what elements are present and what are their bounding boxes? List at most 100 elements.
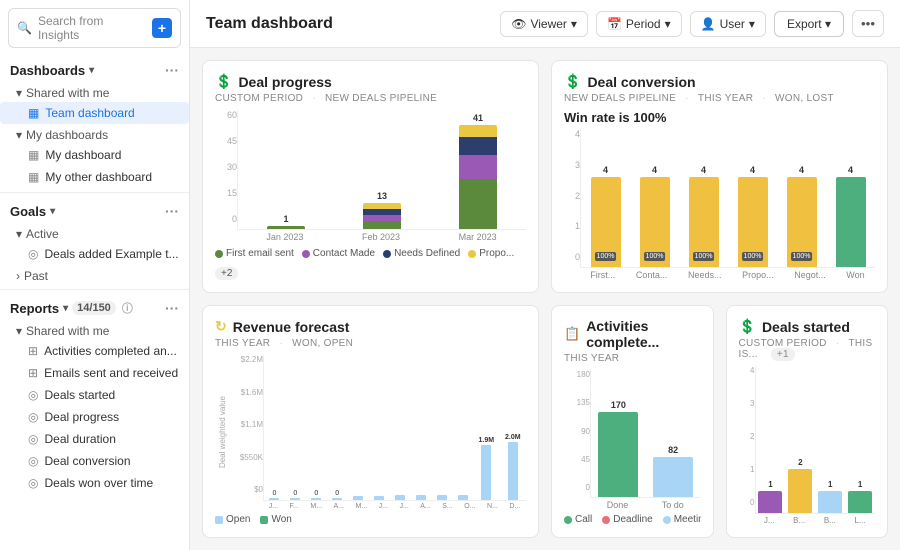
act-y-90: 90 [581,427,590,436]
period-chevron: ▾ [665,17,671,31]
chevron-reports-shared: ▾ [16,324,22,338]
revenue-forecast-card: ↻ Revenue forecast THIS YEAR · WON, OPEN… [202,305,539,538]
rev-x-a1: A... [334,503,345,510]
topbar-controls: 👁 Viewer ▾ 📅 Period ▾ 👤 User ▾ Export ▾ … [500,10,884,37]
deals-started-label: Deals started [44,388,115,402]
reports-header[interactable]: Reports ▾ 14/150 ⓘ ··· [0,294,189,320]
sidebar-item-deals-won[interactable]: ◎ Deals won over time [0,472,189,494]
activities-subtitle: THIS YEAR [564,353,701,364]
dashboards-label: Dashboards [10,63,85,78]
sidebar-item-my-dashboard[interactable]: ▦ My dashboard [0,144,189,166]
rev-y-0: $0 [254,485,263,494]
x-negot: Negot... [794,270,826,280]
export-button[interactable]: Export ▾ [774,11,844,37]
legend-more-button[interactable]: +2 [215,267,238,280]
shared-with-me-label: Shared with me [26,86,109,100]
rev-x-j2: J... [379,503,388,510]
deal-progress-card: 💲 Deal progress CUSTOM PERIOD · NEW DEAL… [202,60,539,293]
deals-started-title: 💲 Deals started [739,318,876,335]
ds-bar-j: 1 [758,480,782,513]
x-feb: Feb 2023 [362,232,400,242]
reports-dots[interactable]: ··· [165,300,179,316]
sidebar-item-deals-started[interactable]: ◎ Deals started [0,384,189,406]
act-y-45: 45 [581,455,590,464]
search-bar[interactable]: 🔍 Search from Insights + [8,8,181,48]
legend-dot-open [215,516,223,524]
x-propo: Propo... [742,270,774,280]
dashboards-header[interactable]: Dashboards ▾ ··· [0,56,189,82]
table-icon2: ▦ [28,148,39,162]
chevron-my: ▾ [16,128,22,142]
past-group[interactable]: › Past [0,265,189,285]
activities-body: 180 135 90 45 0 170 [564,370,701,525]
emails-sent-label: Emails sent and received [44,366,178,380]
report-icon1: ⊞ [28,344,38,358]
legend-dot-4 [468,250,476,258]
conv-bar-propo: 4 100% [738,165,768,267]
shared-with-me-group[interactable]: ▾ Shared with me [0,82,189,102]
period-label: Period [626,17,661,31]
sidebar-item-activities-completed[interactable]: ⊞ Activities completed an... [0,340,189,362]
win-rate-title: Win rate is 100% [564,110,875,125]
deal-conversion-body: Win rate is 100% 4 3 2 1 0 4 [564,110,875,280]
team-dashboard-label: Team dashboard [45,106,134,120]
my-dashboard-label: My dashboard [45,148,121,162]
rev-y-16m: $1.6M [241,388,263,397]
period-button[interactable]: 📅 Period ▾ [596,11,682,37]
sidebar-item-deal-duration[interactable]: ◎ Deal duration [0,428,189,450]
rev-bar-n: 1.9M [479,437,495,500]
sidebar-item-deals-added[interactable]: ◎ Deals added Example t... [0,243,189,265]
search-icon: 🔍 [17,21,32,35]
legend-meeting: Meeting [663,514,701,525]
legend-propo: Propo... [468,248,514,259]
sidebar-item-other-dashboard[interactable]: ▦ My other dashboard [0,166,189,188]
add-button[interactable]: + [152,18,172,38]
y-45: 45 [227,136,237,146]
dashboards-chevron: ▾ [89,65,94,76]
revenue-legend: Open Won [215,514,526,525]
user-button[interactable]: 👤 User ▾ [690,11,766,37]
activities-title: 📋 Activities complete... [564,318,701,350]
ds-bar-b2: 1 [818,480,842,513]
y-60: 60 [227,110,237,120]
viewer-button[interactable]: 👁 Viewer ▾ [500,11,588,37]
sidebar-item-deal-conversion[interactable]: ◎ Deal conversion [0,450,189,472]
divider1 [0,192,189,193]
report-icon4: ◎ [28,410,38,424]
sidebar-item-deal-progress[interactable]: ◎ Deal progress [0,406,189,428]
rev-x-d: D... [509,503,520,510]
ds-x-l: L... [855,516,866,525]
deals-started-more[interactable]: +1 [771,348,795,361]
reports-shared-group[interactable]: ▾ Shared with me [0,320,189,340]
y-axis-label: Deal weighted value [218,396,227,468]
deal-progress-label: Deal progress [44,410,119,424]
y-15: 15 [227,188,237,198]
legend-call: Call [564,514,592,525]
ds-x-b2: B... [824,516,836,525]
goals-dots[interactable]: ··· [165,203,179,219]
topbar: Team dashboard 👁 Viewer ▾ 📅 Period ▾ 👤 U… [190,0,900,48]
legend-won: Won [260,514,291,525]
rev-y-22m: $2.2M [241,355,263,364]
legend-contact-made: Contact Made [302,248,375,259]
chevron-past: › [16,269,20,283]
rev-bar-f: 0 [290,490,300,500]
rev-x-s: S... [442,503,453,510]
sidebar: 🔍 Search from Insights + Dashboards ▾ ··… [0,0,190,550]
sidebar-item-emails-sent[interactable]: ⊞ Emails sent and received [0,362,189,384]
dashboards-dots[interactable]: ··· [165,62,179,78]
deal-progress-body: 60 45 30 15 0 1 [215,110,526,280]
more-button[interactable]: ••• [852,10,884,37]
legend-first-email: First email sent [215,248,294,259]
reports-info-icon: ⓘ [122,300,133,316]
deals-started-subtitle: CUSTOM PERIOD · THIS IS... +1 [739,338,876,360]
goals-header[interactable]: Goals ▾ ··· [0,197,189,223]
legend-dot-meeting [663,516,671,524]
my-dashboards-group[interactable]: ▾ My dashboards [0,124,189,144]
rev-bar-s [437,494,447,500]
search-placeholder: Search from Insights [38,14,146,42]
deals-added-label: Deals added Example t... [44,247,178,261]
sidebar-item-team-dashboard[interactable]: ▦ Team dashboard [0,102,189,124]
active-group[interactable]: ▾ Active [0,223,189,243]
revenue-icon: ↻ [215,318,227,335]
